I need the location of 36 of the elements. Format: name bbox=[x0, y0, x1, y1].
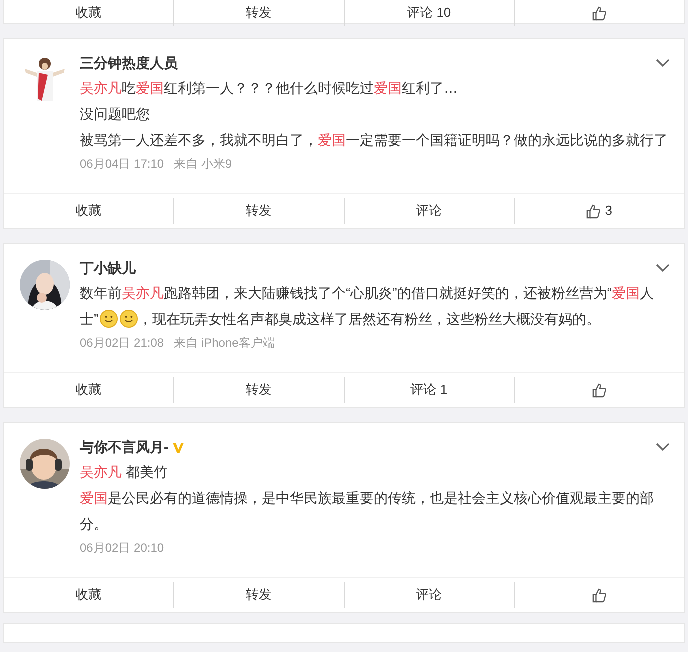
action-button[interactable]: 收藏 bbox=[4, 0, 174, 26]
timestamp: 06月04日 17:10 bbox=[80, 156, 164, 173]
action-button[interactable]: 转发 bbox=[174, 377, 344, 403]
chevron-down-icon[interactable] bbox=[656, 264, 670, 272]
comment-text: 爱国是公民必有的道德情操，是中华民族最重要的传统，也是社会主义核心价值观最主要的部分。 bbox=[80, 489, 655, 534]
action-button[interactable]: 转发 bbox=[174, 582, 344, 608]
comment-text: 没问题吧您 bbox=[80, 105, 151, 124]
action-button[interactable]: 转发 bbox=[174, 0, 344, 26]
comment-text: 被骂第一人还差不多，我就不明白了，爱国一定需要一个国籍证明吗？做的永远比说的多就行了 bbox=[80, 131, 668, 150]
action-button[interactable]: 转发 bbox=[174, 198, 344, 224]
timestamp: 06月02日 20:10 bbox=[80, 540, 164, 557]
thumbs-up-icon bbox=[586, 204, 602, 218]
user-name[interactable]: 三分钟热度人员 bbox=[80, 52, 178, 74]
smiley-icon bbox=[100, 310, 118, 328]
comment-text: 吴亦凡吃爱国红利第一人？？？他什么时候吃过爱国红利了… bbox=[80, 79, 459, 98]
user-name[interactable]: 与你不言风月- bbox=[80, 436, 169, 458]
action-button[interactable]: 评论 bbox=[344, 198, 515, 224]
thumbs-up-icon bbox=[592, 6, 607, 20]
like-button[interactable]: 3 bbox=[514, 198, 684, 224]
thumbs-up-icon bbox=[592, 382, 607, 398]
action-button[interactable]: 评论 10 bbox=[344, 0, 515, 26]
thumbs-up-icon bbox=[592, 588, 607, 602]
comment-text: 数年前吴亦凡跑路韩团，来大陆赚钱找了个“心肌炎”的借口就挺好笑的，还被粉丝营为“爱国人士” ，现在玩弄女性名声都臭成这样了居然还有粉丝，这些粉丝大概没有妈的。 bbox=[80, 284, 655, 330]
chevron-down-icon[interactable] bbox=[656, 443, 670, 451]
action-button[interactable]: 收藏 bbox=[4, 582, 174, 608]
source-label: 来自 iPhone客户端 bbox=[174, 335, 275, 352]
action-button[interactable]: 评论 bbox=[344, 582, 515, 608]
smiley-icon bbox=[120, 310, 138, 328]
action-button[interactable]: 收藏 bbox=[4, 198, 174, 224]
source-label: 来自 小米9 bbox=[174, 156, 232, 173]
action-button[interactable]: 评论 1 bbox=[344, 377, 515, 403]
timestamp: 06月02日 21:08 bbox=[80, 335, 164, 352]
user-name[interactable]: 丁小缺儿 bbox=[80, 258, 136, 278]
chevron-down-icon[interactable] bbox=[656, 59, 670, 67]
comment-text: 吴亦凡 都美竹 bbox=[80, 463, 169, 482]
action-button[interactable]: 收藏 bbox=[4, 377, 174, 403]
